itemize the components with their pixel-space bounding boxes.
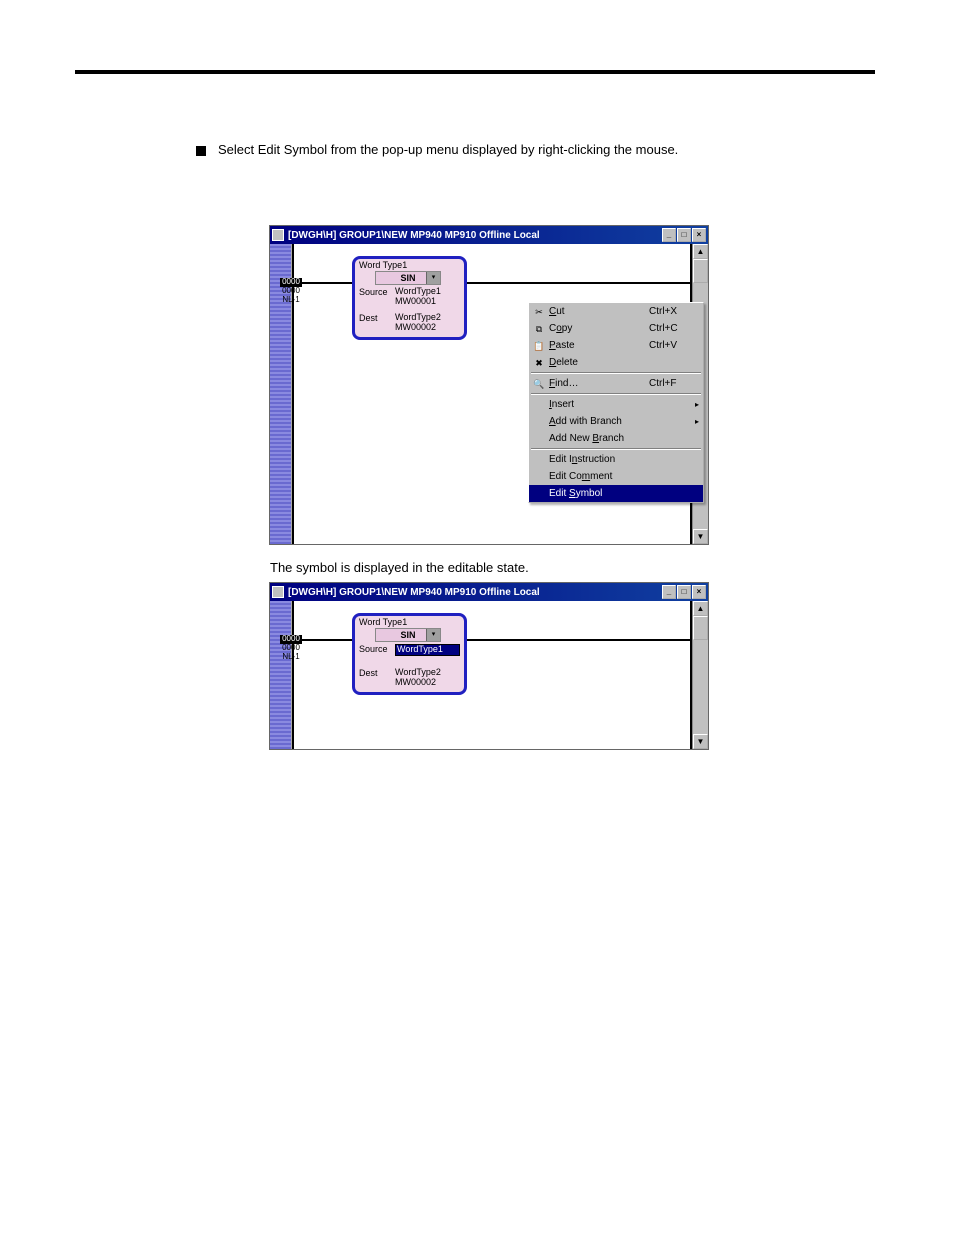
bullet-text: Select Edit Symbol from the pop-up menu … [218, 142, 678, 159]
source-label: Source [359, 644, 391, 656]
paste-icon: 📋 [531, 339, 547, 353]
bullet-square [196, 146, 206, 156]
menu-item-shortcut: Ctrl+C [649, 323, 691, 334]
scroll-down-button[interactable]: ▼ [693, 529, 708, 544]
menu-item-label: Paste [549, 340, 649, 351]
system-menu-icon[interactable] [272, 229, 284, 241]
delete-icon: ✖ [531, 356, 547, 370]
op-dropdown-icon[interactable]: ▾ [426, 272, 440, 284]
instruction-title: Word Type1 [355, 259, 464, 270]
menu-item-label: Cut [549, 306, 649, 317]
menu-item-add-with-branch[interactable]: Add with Branch ▸ [529, 413, 703, 430]
menu-item-cut[interactable]: ✂CutCtrl+X [529, 303, 703, 320]
rung-gutter [270, 601, 292, 749]
menu-item-edit-instruction[interactable]: Edit Instruction [529, 451, 703, 468]
menu-item-insert[interactable]: Insert ▸ [529, 396, 703, 413]
blank-icon [531, 415, 547, 429]
blank-icon [531, 453, 547, 467]
scroll-down-button[interactable]: ▼ [693, 734, 708, 749]
editor-window-1: [DWGH\H] GROUP1\NEW MP940 MP910 Offline … [269, 225, 709, 545]
menu-item-label: Add with Branch [549, 416, 649, 427]
find-icon: 🔍 [531, 377, 547, 391]
menu-item-label: Add New Branch [549, 433, 649, 444]
blank-icon [531, 398, 547, 412]
blank-icon [531, 470, 547, 484]
ladder-canvas[interactable]: 0000 0000 NL-1 Word Type1 SIN ▾ Source W… [292, 244, 692, 544]
wire-out [467, 282, 692, 284]
rung-address: 0000 0000 NL-1 [274, 635, 308, 661]
scroll-thumb[interactable] [693, 259, 708, 283]
instruction-block[interactable]: Word Type1 SIN ▾ Source WordType1 Dest W… [352, 613, 467, 695]
submenu-arrow-icon: ▸ [691, 400, 699, 409]
context-menu[interactable]: ✂CutCtrl+X⧉CopyCtrl+C📋PasteCtrl+V✖Delete… [528, 302, 704, 503]
menu-item-label: Copy [549, 323, 649, 334]
menu-item-shortcut: Ctrl+F [649, 378, 691, 389]
minimize-button[interactable]: _ [662, 228, 676, 242]
titlebar[interactable]: [DWGH\H] GROUP1\NEW MP940 MP910 Offline … [270, 583, 708, 601]
menu-item-add-new-branch[interactable]: Add New Branch [529, 430, 703, 447]
menu-separator [531, 372, 701, 374]
window-title: [DWGH\H] GROUP1\NEW MP940 MP910 Offline … [288, 587, 662, 598]
ladder-canvas[interactable]: 0000 0000 NL-1 Word Type1 SIN ▾ Source W… [292, 601, 692, 749]
menu-item-find-[interactable]: 🔍Find…Ctrl+F [529, 375, 703, 392]
maximize-button[interactable]: □ [677, 585, 691, 599]
dest-label: Dest [359, 668, 391, 688]
menu-separator [531, 448, 701, 450]
source-value[interactable]: WordType1 MW00001 [395, 287, 460, 307]
instruction-title: Word Type1 [355, 616, 464, 627]
scroll-up-button[interactable]: ▲ [693, 601, 708, 616]
instruction-block[interactable]: Word Type1 SIN ▾ Source WordType1 MW0000… [352, 256, 467, 340]
menu-item-label: Insert [549, 399, 649, 410]
titlebar[interactable]: [DWGH\H] GROUP1\NEW MP940 MP910 Offline … [270, 226, 708, 244]
blank-icon [531, 432, 547, 446]
close-button[interactable]: × [692, 585, 706, 599]
menu-item-edit-symbol[interactable]: Edit Symbol [529, 485, 703, 502]
page-top-rule [75, 70, 875, 74]
instruction-op[interactable]: SIN ▾ [375, 271, 441, 285]
source-symbol-edit[interactable]: WordType1 [395, 644, 460, 656]
dest-label: Dest [359, 313, 391, 333]
wire-out [467, 639, 692, 641]
source-label: Source [359, 287, 391, 307]
menu-item-edit-comment[interactable]: Edit Comment [529, 468, 703, 485]
menu-item-label: Delete [549, 357, 649, 368]
dest-value[interactable]: WordType2 MW00002 [395, 313, 460, 333]
menu-item-label: Edit Symbol [549, 488, 649, 499]
submenu-arrow-icon: ▸ [691, 417, 699, 426]
system-menu-icon[interactable] [272, 586, 284, 598]
window-title: [DWGH\H] GROUP1\NEW MP940 MP910 Offline … [288, 230, 662, 241]
menu-item-copy[interactable]: ⧉CopyCtrl+C [529, 320, 703, 337]
menu-separator [531, 393, 701, 395]
editor-window-2: [DWGH\H] GROUP1\NEW MP940 MP910 Offline … [269, 582, 709, 750]
maximize-button[interactable]: □ [677, 228, 691, 242]
menu-item-shortcut: Ctrl+X [649, 306, 691, 317]
bullet-item: Select Edit Symbol from the pop-up menu … [196, 142, 678, 159]
vertical-scrollbar[interactable]: ▲ ▼ [692, 601, 708, 749]
menu-item-delete[interactable]: ✖Delete [529, 354, 703, 371]
blank-icon [531, 487, 547, 501]
copy-icon: ⧉ [531, 322, 547, 336]
cut-icon: ✂ [531, 305, 547, 319]
instruction-op[interactable]: SIN ▾ [375, 628, 441, 642]
menu-item-label: Find… [549, 378, 649, 389]
caption-text: The symbol is displayed in the editable … [270, 560, 529, 575]
op-dropdown-icon[interactable]: ▾ [426, 629, 440, 641]
menu-item-shortcut: Ctrl+V [649, 340, 691, 351]
minimize-button[interactable]: _ [662, 585, 676, 599]
scroll-thumb[interactable] [693, 616, 708, 640]
menu-item-label: Edit Instruction [549, 454, 649, 465]
rung-address: 0000 0000 NL-1 [274, 278, 308, 304]
left-bus [292, 601, 294, 749]
menu-item-paste[interactable]: 📋PasteCtrl+V [529, 337, 703, 354]
menu-item-label: Edit Comment [549, 471, 649, 482]
scroll-up-button[interactable]: ▲ [693, 244, 708, 259]
close-button[interactable]: × [692, 228, 706, 242]
dest-value[interactable]: WordType2 MW00002 [395, 668, 460, 688]
